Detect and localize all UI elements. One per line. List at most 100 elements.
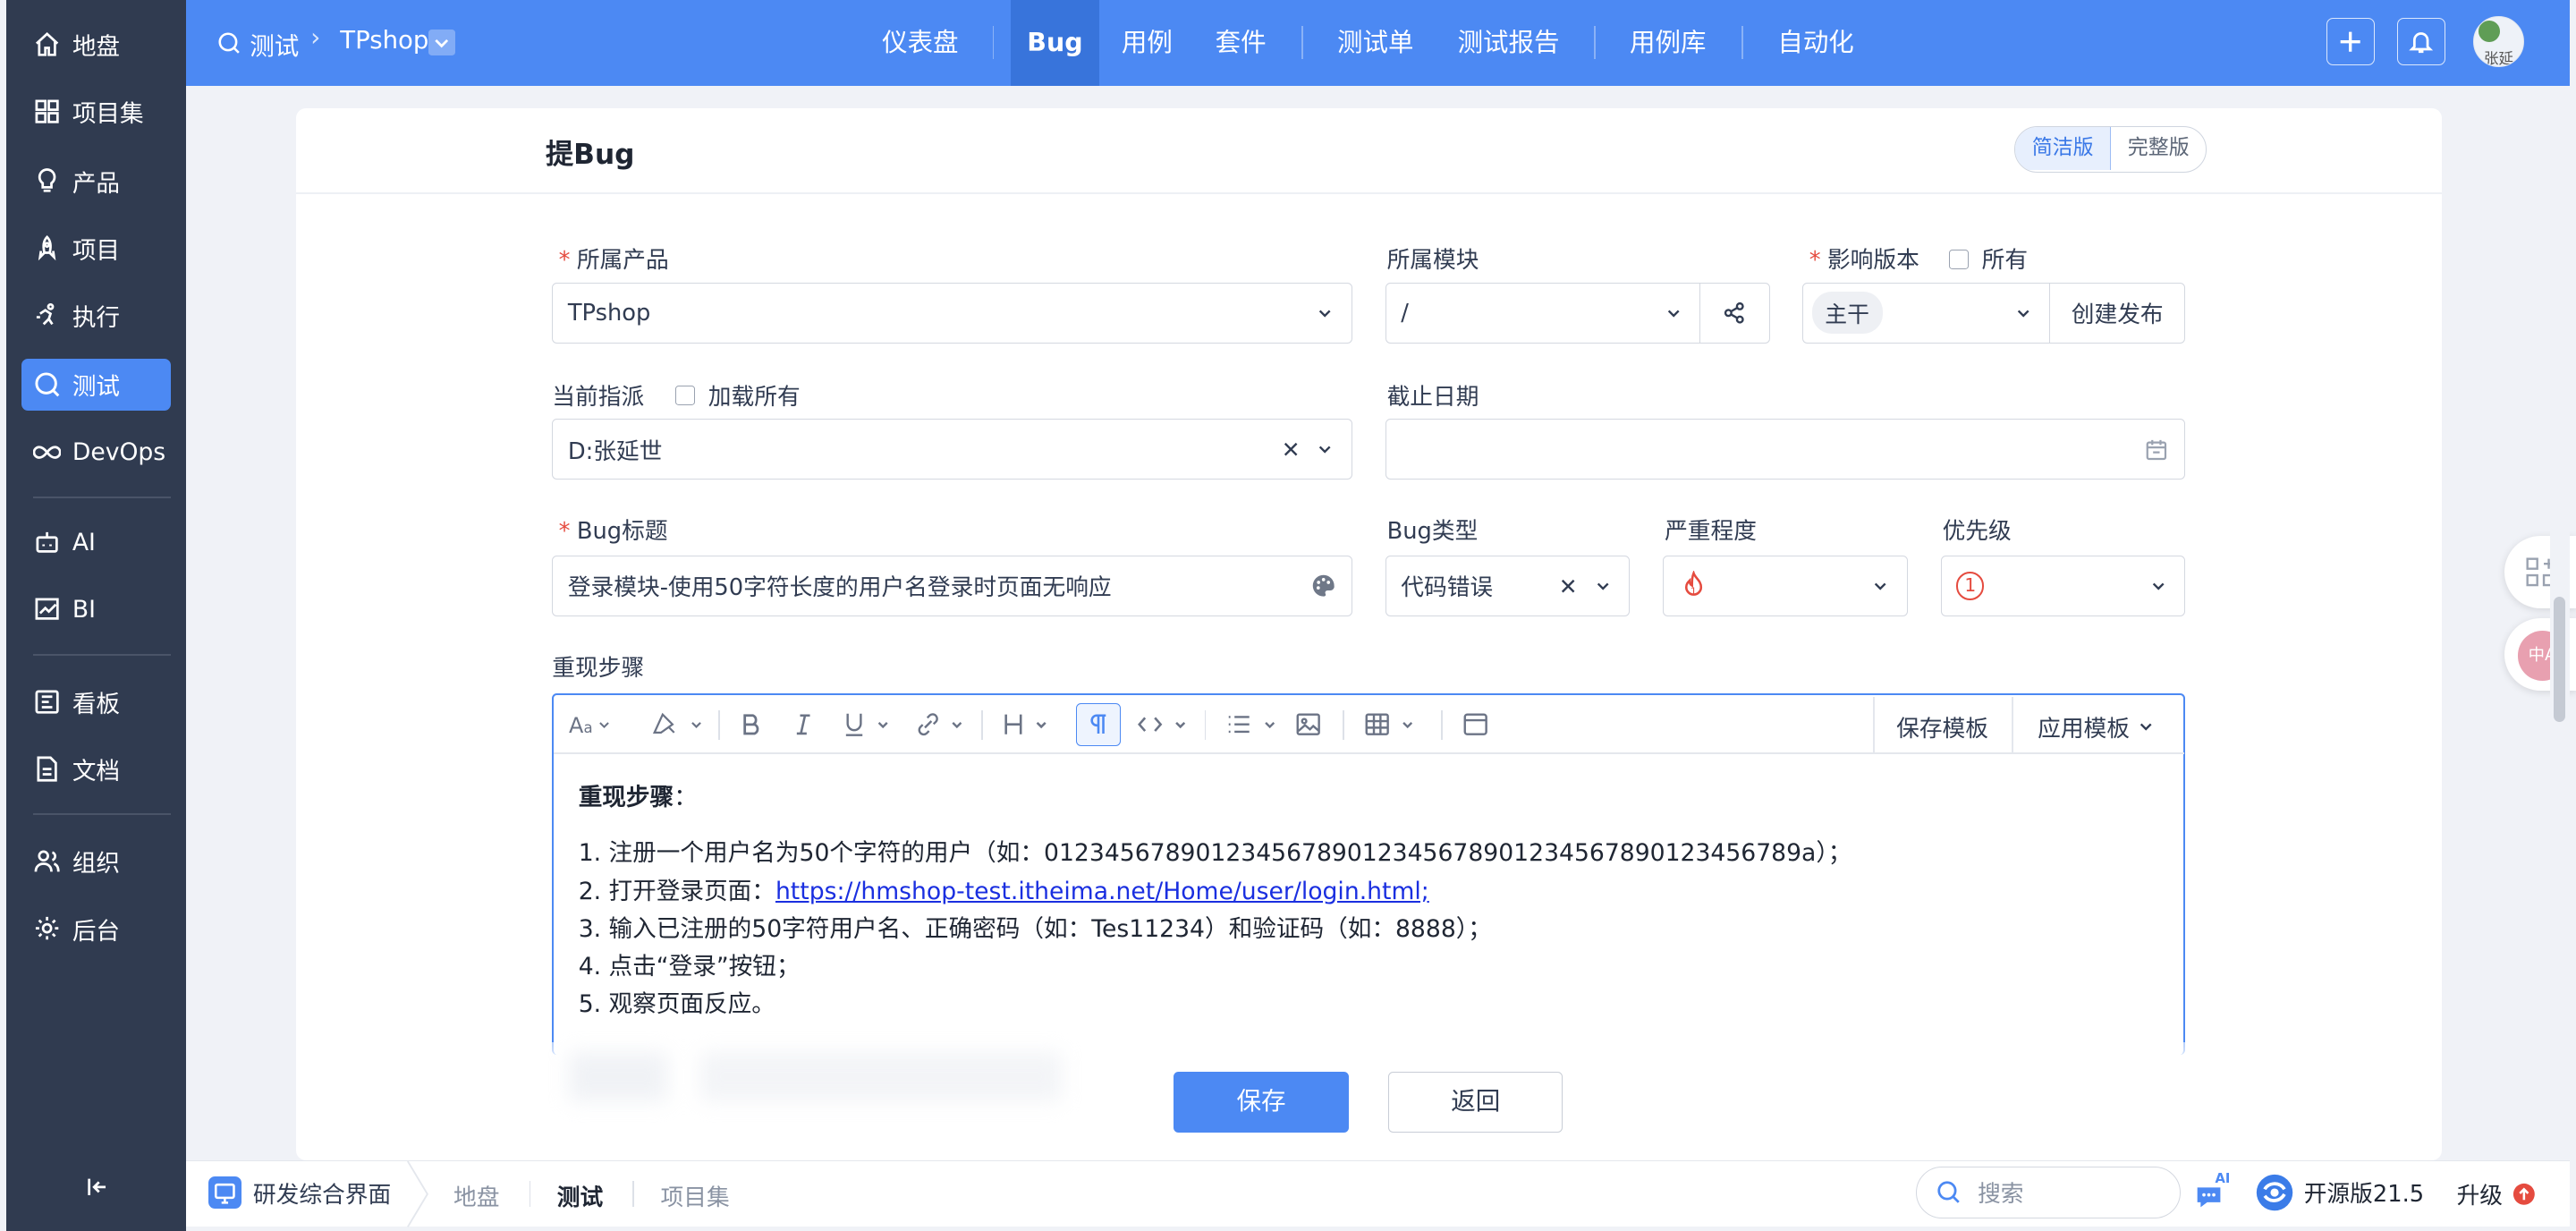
sidebar-item-doc[interactable]: 文档 bbox=[21, 743, 171, 795]
build-select[interactable]: 主干 bbox=[1802, 282, 2051, 344]
clear-icon[interactable] bbox=[1560, 578, 1576, 594]
sidebar-item-kanban[interactable]: 看板 bbox=[21, 675, 171, 728]
calendar-icon[interactable] bbox=[2145, 438, 2168, 462]
sidebar-item-label: 后台 bbox=[72, 917, 121, 946]
underline-tool[interactable] bbox=[844, 710, 894, 740]
collapse-icon bbox=[87, 1178, 106, 1195]
list-tool[interactable] bbox=[1226, 710, 1279, 740]
app-switcher[interactable]: 研发综合界面 bbox=[208, 1176, 391, 1210]
nav-caselib[interactable]: 用例库 bbox=[1622, 0, 1714, 86]
gear-icon bbox=[35, 917, 59, 940]
breadcrumb-module[interactable]: 测试 bbox=[250, 26, 299, 62]
nav-suite[interactable]: 套件 bbox=[1208, 0, 1273, 86]
breadcrumb-separator: › bbox=[310, 22, 321, 52]
bug-type-select[interactable]: 代码错误 bbox=[1385, 555, 1631, 616]
ai-badge: AI bbox=[2215, 1171, 2231, 1187]
required-mark: * bbox=[558, 518, 571, 546]
footer-crumb-program[interactable]: 项目集 bbox=[661, 1179, 730, 1212]
code-tool[interactable] bbox=[1137, 710, 1192, 740]
priority-select[interactable]: 1 bbox=[1940, 555, 2186, 616]
toolbar-divider bbox=[2011, 696, 2013, 753]
sidebar-item-test[interactable]: 测试 bbox=[21, 358, 172, 412]
bold-icon bbox=[742, 714, 758, 735]
table-tool[interactable] bbox=[1364, 710, 1419, 740]
image-tool[interactable] bbox=[1295, 710, 1321, 740]
create-button[interactable] bbox=[2326, 18, 2375, 66]
nav-testtask[interactable]: 测试单 bbox=[1329, 0, 1421, 86]
assign-label: 当前指派 bbox=[552, 383, 645, 411]
full-mode-button[interactable]: 完整版 bbox=[2111, 127, 2206, 170]
sidebar-item-product[interactable]: 产品 bbox=[21, 155, 171, 208]
toolbar-divider bbox=[980, 709, 983, 740]
footer-crumb-dashboard[interactable]: 地盘 bbox=[453, 1179, 499, 1212]
module-select[interactable]: / bbox=[1385, 282, 1701, 344]
nav-testreport[interactable]: 测试报告 bbox=[1451, 0, 1566, 86]
font-size-tool[interactable]: Aa bbox=[569, 710, 612, 740]
product-value: TPshop bbox=[567, 299, 651, 327]
save-button[interactable]: 保存 bbox=[1173, 1071, 1350, 1133]
avatar[interactable]: 张延 bbox=[2472, 16, 2524, 68]
palette-icon[interactable] bbox=[1310, 573, 1336, 599]
color-tool[interactable] bbox=[651, 710, 704, 740]
sidebar-item-program[interactable]: 项目集 bbox=[21, 86, 171, 139]
checkbox-box[interactable] bbox=[1948, 249, 1969, 269]
nav-bug[interactable]: Bug bbox=[1010, 0, 1100, 86]
italic-tool[interactable] bbox=[795, 710, 811, 740]
simple-mode-button[interactable]: 简洁版 bbox=[2015, 127, 2111, 171]
login-page-link[interactable]: https://hmshop-test.itheima.net/Home/use… bbox=[775, 878, 1429, 905]
steps-heading: 重现步骤： bbox=[579, 777, 698, 812]
deadline-input[interactable] bbox=[1385, 419, 2186, 480]
block-tool[interactable] bbox=[1462, 710, 1488, 740]
apply-template-button[interactable]: 应用模板 bbox=[2038, 710, 2154, 743]
sidebar-item-ai[interactable]: AI bbox=[21, 516, 171, 569]
sidebar-item-label: DevOps bbox=[72, 437, 166, 466]
search-input[interactable]: 搜索 bbox=[1916, 1166, 2181, 1219]
bold-tool[interactable] bbox=[741, 710, 761, 740]
heading-tool[interactable] bbox=[1003, 710, 1055, 740]
sidebar-item-label: 文档 bbox=[72, 758, 121, 786]
link-tool[interactable] bbox=[915, 710, 968, 740]
assign-select[interactable]: D:张延世 bbox=[552, 419, 1352, 480]
footer-crumb-test[interactable]: 测试 bbox=[557, 1179, 603, 1212]
back-button[interactable]: 返回 bbox=[1388, 1071, 1563, 1133]
sidebar-item-dashboard[interactable]: 地盘 bbox=[21, 18, 171, 71]
breadcrumb-product[interactable]: TPshop bbox=[340, 26, 428, 55]
severity-select[interactable]: 1 bbox=[1663, 555, 1908, 616]
nav-dashboard[interactable]: 仪表盘 bbox=[871, 0, 970, 86]
sidebar-item-execution[interactable]: 执行 bbox=[21, 289, 171, 342]
build-all-checkbox[interactable]: 所有 bbox=[1948, 242, 2028, 275]
sidebar-item-admin[interactable]: 后台 bbox=[21, 903, 171, 955]
sidebar-item-devops[interactable]: DevOps bbox=[21, 426, 171, 479]
upgrade-button[interactable]: 升级 bbox=[2457, 1177, 2536, 1210]
assign-load-all-checkbox[interactable]: 加载所有 bbox=[675, 378, 801, 412]
product-switch-button[interactable] bbox=[428, 30, 455, 56]
paint-icon bbox=[652, 713, 701, 734]
link-icon bbox=[918, 713, 962, 736]
ai-chat-button[interactable]: AI bbox=[2194, 1171, 2237, 1214]
scrollbar-thumb[interactable] bbox=[2554, 596, 2565, 722]
upgrade-text: 升级 bbox=[2456, 1183, 2504, 1210]
version-info[interactable]: 开源版21.5 bbox=[2255, 1173, 2424, 1212]
nav-case[interactable]: 用例 bbox=[1114, 0, 1180, 86]
sidebar-item-label: 产品 bbox=[72, 169, 121, 198]
collapse-sidebar-button[interactable] bbox=[86, 1176, 109, 1199]
save-template-button[interactable]: 保存模板 bbox=[1896, 710, 1988, 743]
checkbox-box[interactable] bbox=[675, 386, 696, 406]
assign-value: D:张延世 bbox=[567, 437, 663, 465]
board-icon bbox=[35, 690, 59, 714]
module-manage-button[interactable] bbox=[1699, 282, 1770, 344]
test-icon bbox=[217, 32, 240, 54]
create-build-button[interactable]: 创建发布 bbox=[2048, 282, 2186, 344]
bug-title-input[interactable]: 登录模块-使用50字符长度的用户名登录时页面无响应 bbox=[552, 555, 1352, 616]
chevron-down-icon bbox=[1667, 310, 1680, 318]
notification-button[interactable] bbox=[2397, 18, 2445, 66]
sidebar-item-project[interactable]: 项目 bbox=[21, 222, 171, 275]
nav-automation[interactable]: 自动化 bbox=[1770, 0, 1862, 86]
paragraph-tool[interactable] bbox=[1076, 703, 1121, 747]
sidebar-item-bi[interactable]: BI bbox=[21, 583, 171, 636]
product-select[interactable]: TPshop bbox=[552, 282, 1352, 344]
sidebar-item-org[interactable]: 组织 bbox=[21, 835, 171, 887]
sidebar-divider bbox=[32, 496, 172, 498]
required-mark: * bbox=[1809, 247, 1821, 275]
clear-icon[interactable] bbox=[1283, 441, 1299, 457]
